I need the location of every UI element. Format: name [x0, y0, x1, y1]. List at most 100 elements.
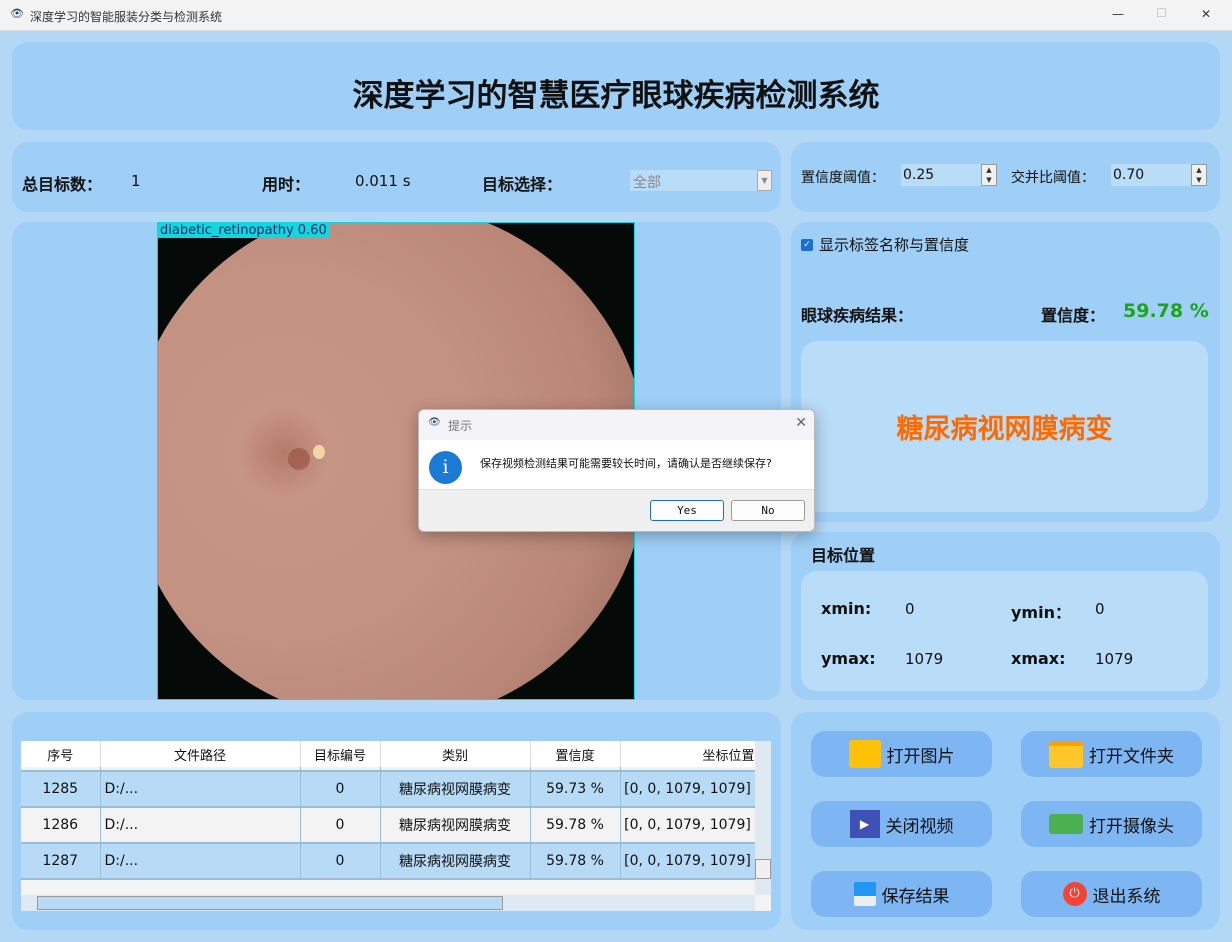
cell: D:/...	[100, 807, 301, 844]
show-label-checkbox[interactable]: ✓ 显示标签名称与置信度	[801, 234, 969, 255]
total-label: 总目标数：	[22, 175, 103, 194]
ymax-label: ymax:	[821, 649, 876, 668]
window-title: 深度学习的智能服装分类与检测系统	[30, 10, 223, 24]
table-row[interactable]: 1286 D:/... 0 糖尿病视网膜病变 59.78 % [0, 0, 1079, 1…	[21, 807, 756, 844]
disease-result-box: 糖尿病视网膜病变	[801, 341, 1208, 512]
cell: 糖尿病视网膜病变	[380, 843, 531, 880]
page-title: 深度学习的智慧医疗眼球疾病检测系统	[352, 78, 880, 114]
open-camera-button[interactable]: 打开摄像头	[1021, 801, 1202, 847]
chevron-down-icon[interactable]: ▼	[757, 170, 772, 191]
threshold-panel: 置信度阈值： 0.25 ▲ ▼ 交并比阈值： 0.70 ▲ ▼	[791, 142, 1220, 212]
total-value: 1	[131, 172, 141, 190]
iou-threshold-spinbox[interactable]: 0.70 ▲ ▼	[1111, 164, 1207, 186]
header-panel: 深度学习的智慧医疗眼球疾病检测系统	[12, 42, 1220, 130]
cell: 1286	[21, 807, 101, 844]
button-label: 打开文件夹	[1089, 746, 1174, 767]
cell: 0	[300, 807, 381, 844]
iou-threshold-value: 0.70	[1113, 167, 1145, 183]
detection-label: diabetic_retinopathy 0.60	[158, 223, 329, 238]
camera-icon	[1049, 814, 1083, 834]
col-header[interactable]: 坐标位置	[620, 741, 756, 767]
col-header[interactable]: 目标编号	[300, 741, 381, 767]
confidence-label: 置信度：	[1041, 306, 1106, 325]
cell: [0, 0, 1079, 1079]	[620, 843, 756, 880]
lesion	[313, 445, 325, 459]
select-label: 目标选择：	[482, 175, 563, 194]
buttons-panel: 打开图片 打开文件夹 ▶ 关闭视频 打开摄像头 保存结果 ⏻ 退出系统	[791, 712, 1220, 930]
results-table[interactable]: 序号 文件路径 目标编号 类别 置信度 坐标位置 1285 D:/... 0 糖尿病视…	[21, 741, 771, 911]
cell: 59.73 %	[530, 771, 621, 808]
cell: D:/...	[100, 843, 301, 880]
yes-button[interactable]: Yes	[650, 500, 724, 521]
minimize-button[interactable]: —	[1112, 7, 1124, 21]
disease-value: 糖尿病视网膜病变	[896, 414, 1113, 445]
select-value: 全部	[633, 175, 661, 191]
eye-icon: 👁	[428, 417, 441, 428]
ymin-value: 0	[1095, 600, 1105, 618]
close-button[interactable]: ✕	[1201, 7, 1211, 21]
stats-panel: 总目标数： 1 用时： 0.011 s 目标选择： 全部 ▼	[12, 142, 781, 212]
scroll-thumb[interactable]	[755, 859, 771, 879]
exit-button[interactable]: ⏻ 退出系统	[1021, 871, 1202, 917]
position-title: 目标位置	[811, 546, 876, 565]
scroll-thumb[interactable]	[37, 896, 503, 910]
cell: [0, 0, 1079, 1079]	[620, 807, 756, 844]
table-header: 序号 文件路径 目标编号 类别 置信度 坐标位置	[21, 741, 756, 767]
confirm-dialog: 👁 提示 ✕ i 保存视频检测结果可能需要较长时间，请确认是否继续保存? Yes…	[418, 409, 815, 532]
dialog-title: 提示	[448, 419, 473, 433]
cell: [0, 0, 1079, 1079]	[620, 771, 756, 808]
xmin-label: xmin:	[821, 599, 872, 618]
conf-threshold-value: 0.25	[903, 167, 935, 183]
button-label: 退出系统	[1092, 886, 1161, 907]
col-header[interactable]: 置信度	[530, 741, 621, 767]
cell: 糖尿病视网膜病变	[380, 807, 531, 844]
no-button[interactable]: No	[731, 500, 805, 521]
ymin-label: ymin：	[1011, 603, 1071, 622]
target-select[interactable]: 全部 ▼	[630, 170, 772, 191]
table-row[interactable]: 1287 D:/... 0 糖尿病视网膜病变 59.78 % [0, 0, 1079, 1…	[21, 843, 756, 880]
maximize-button[interactable]: ☐	[1156, 6, 1167, 20]
col-header[interactable]: 序号	[21, 741, 101, 767]
app-eye-icon: 👁	[10, 7, 24, 20]
cell: 0	[300, 771, 381, 808]
confidence-value: 59.78 %	[1123, 300, 1209, 322]
conf-threshold-label: 置信度阈值：	[801, 170, 885, 186]
button-label: 关闭视频	[885, 816, 954, 837]
open-folder-button[interactable]: 打开文件夹	[1021, 731, 1202, 777]
power-icon: ⏻	[1062, 882, 1087, 906]
xmin-value: 0	[905, 600, 915, 618]
table-panel: 序号 文件路径 目标编号 类别 置信度 坐标位置 1285 D:/... 0 糖尿病视…	[12, 712, 781, 930]
folder-icon	[1049, 740, 1083, 768]
xmax-label: xmax:	[1011, 649, 1066, 668]
vertical-scrollbar[interactable]	[755, 741, 771, 895]
checkbox-checked-icon[interactable]: ✓	[801, 238, 813, 251]
ymax-value: 1079	[905, 650, 944, 668]
button-label: 打开摄像头	[1089, 816, 1174, 837]
position-panel: 目标位置 xmin: 0 ymin： 0 ymax: 1079 xmax: 10…	[791, 532, 1220, 700]
cell: 59.78 %	[530, 843, 621, 880]
xmax-value: 1079	[1095, 650, 1134, 668]
horizontal-scrollbar[interactable]	[21, 895, 755, 911]
close-video-button[interactable]: ▶ 关闭视频	[811, 801, 992, 847]
dialog-close-icon[interactable]: ✕	[795, 415, 807, 431]
col-header[interactable]: 文件路径	[100, 741, 301, 767]
image-icon	[848, 740, 881, 768]
iou-threshold-label: 交并比阈值：	[1011, 170, 1095, 186]
col-header[interactable]: 类别	[380, 741, 531, 767]
position-box: xmin: 0 ymin： 0 ymax: 1079 xmax: 1079	[801, 571, 1208, 691]
button-label: 打开图片	[886, 746, 955, 767]
open-image-button[interactable]: 打开图片	[811, 731, 992, 777]
spin-arrows[interactable]: ▲ ▼	[981, 164, 997, 186]
save-icon	[853, 882, 876, 906]
cell: 0	[300, 843, 381, 880]
dialog-titlebar: 👁 提示 ✕	[419, 410, 814, 440]
time-label: 用时：	[262, 175, 311, 194]
dialog-body: i 保存视频检测结果可能需要较长时间，请确认是否继续保存?	[419, 440, 814, 490]
macula	[288, 448, 310, 470]
spin-arrows[interactable]: ▲ ▼	[1191, 164, 1207, 186]
table-row[interactable]: 1285 D:/... 0 糖尿病视网膜病变 59.73 % [0, 0, 1079, 1…	[21, 771, 756, 808]
save-result-button[interactable]: 保存结果	[811, 871, 992, 917]
button-label: 保存结果	[881, 886, 950, 907]
result-panel: ✓ 显示标签名称与置信度 眼球疾病结果： 置信度： 59.78 % 糖尿病视网膜…	[791, 222, 1220, 522]
conf-threshold-spinbox[interactable]: 0.25 ▲ ▼	[901, 164, 997, 186]
